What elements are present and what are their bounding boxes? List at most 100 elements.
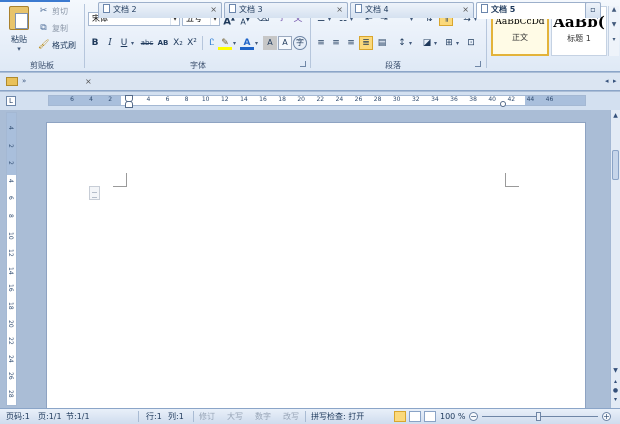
- select-browse-object-icon[interactable]: ●: [611, 387, 620, 394]
- shading-button[interactable]: ◪: [420, 36, 434, 50]
- distributed-button[interactable]: ▤: [375, 36, 389, 50]
- paste-button[interactable]: 粘贴 ▾: [4, 4, 34, 58]
- chevron-left-icon[interactable]: ◂: [605, 77, 609, 85]
- align-center-button[interactable]: ≡: [329, 36, 343, 50]
- chevron-down-icon[interactable]: ▾: [4, 45, 34, 53]
- highlight-button[interactable]: ✎: [218, 36, 232, 50]
- align-left-button[interactable]: ≡: [314, 36, 328, 50]
- page-view-button[interactable]: [394, 411, 406, 422]
- status-pages[interactable]: 页:1/1: [38, 409, 62, 424]
- left-indent-marker[interactable]: [125, 95, 133, 108]
- ruler-tick-label: 24: [335, 96, 344, 103]
- tab-stop-selector[interactable]: L: [6, 96, 16, 106]
- document-icon: [481, 4, 488, 13]
- ruler-tick-label: 34: [431, 96, 439, 103]
- text-effect-button[interactable]: Ꮭ: [205, 36, 219, 50]
- status-overwrite[interactable]: 改写: [283, 409, 299, 424]
- strikethrough-button[interactable]: abc: [139, 36, 155, 50]
- paragraph-settings-button[interactable]: ⊡: [464, 36, 478, 50]
- previous-page-icon[interactable]: ▴: [611, 378, 620, 385]
- right-indent-marker[interactable]: [500, 101, 506, 107]
- format-painter-button[interactable]: 🖌 格式刷: [38, 39, 76, 52]
- scrollbar-thumb[interactable]: [612, 150, 619, 180]
- char-border-button[interactable]: A: [278, 36, 292, 50]
- divider: [193, 411, 194, 422]
- margin-corner-top-right: [505, 173, 519, 187]
- align-right-icon: ≡: [347, 38, 355, 48]
- zoom-slider-thumb[interactable]: [536, 412, 541, 421]
- tab-document-3[interactable]: 文档 3 ×: [224, 2, 348, 18]
- status-page-number[interactable]: 页码:1: [6, 409, 30, 424]
- ruler-tick-label: 4: [7, 126, 14, 130]
- paste-label: 粘贴: [11, 35, 27, 44]
- vertical-scrollbar[interactable]: ▲ ▼ ▴ ● ▾: [610, 110, 620, 408]
- status-caps[interactable]: 大写: [227, 409, 243, 424]
- close-icon[interactable]: ×: [210, 3, 217, 17]
- status-section[interactable]: 节:1/1: [66, 409, 90, 424]
- status-num[interactable]: 数字: [255, 409, 271, 424]
- expand-icon[interactable]: ▾: [609, 36, 619, 43]
- tab-label: 文档 2: [113, 5, 137, 14]
- web-view-button[interactable]: [424, 411, 436, 422]
- chevron-down-icon[interactable]: ▾: [255, 40, 258, 47]
- divider: [202, 36, 203, 50]
- tab-document-4[interactable]: 文档 4 ×: [350, 2, 474, 18]
- distributed-icon: ▤: [377, 38, 387, 48]
- cut-button[interactable]: ✂ 剪切: [38, 5, 68, 18]
- zoom-in-icon[interactable]: +: [602, 412, 611, 421]
- close-icon[interactable]: ×: [336, 3, 343, 17]
- italic-button[interactable]: I: [103, 36, 117, 50]
- style-name: 标题 1: [567, 34, 591, 43]
- status-row[interactable]: 行:1: [146, 409, 162, 424]
- copy-button[interactable]: ⧉ 复制: [38, 22, 68, 35]
- clipboard-group-label: 剪贴板: [30, 61, 54, 70]
- font-color-button[interactable]: A: [240, 36, 254, 50]
- chevron-down-icon[interactable]: ▾: [456, 40, 459, 47]
- status-column[interactable]: 列:1: [168, 409, 184, 424]
- justify-button[interactable]: ≣: [359, 36, 373, 50]
- zoom-out-icon[interactable]: −: [469, 412, 478, 421]
- chevron-right-icon[interactable]: ▸: [613, 77, 617, 85]
- chevron-down-icon[interactable]: ▼: [611, 367, 620, 374]
- chevron-up-icon[interactable]: ▲: [611, 112, 620, 119]
- zoom-level[interactable]: 100 %: [440, 409, 465, 424]
- document-page[interactable]: [46, 122, 586, 408]
- bold-button[interactable]: B: [88, 36, 102, 50]
- tab-document-5[interactable]: 文档 5: [476, 2, 598, 19]
- underline-button[interactable]: U: [117, 36, 131, 50]
- ruler-tick-label: 18: [278, 96, 286, 103]
- chevron-down-icon[interactable]: ▾: [434, 40, 437, 47]
- chevron-down-icon[interactable]: ▼: [609, 21, 619, 28]
- tab-label: 文档 4: [365, 5, 389, 14]
- ruler-tick-label: 42: [507, 96, 516, 103]
- char-shading-button[interactable]: A: [263, 36, 277, 50]
- paragraph-dialog-launcher[interactable]: [475, 61, 481, 67]
- chevron-up-icon[interactable]: ▲: [609, 6, 619, 13]
- status-spell-check[interactable]: 拼写检查: 打开: [311, 409, 364, 424]
- line-spacing-button[interactable]: ↕: [395, 36, 409, 50]
- copy-label: 复制: [52, 24, 68, 33]
- next-page-icon[interactable]: ▾: [611, 396, 620, 403]
- chevron-down-icon[interactable]: ▾: [233, 40, 236, 47]
- style-gallery-scroll[interactable]: ▲ ▼ ▾: [608, 6, 619, 56]
- ruler-tick-label: 8: [184, 96, 189, 103]
- close-icon[interactable]: ×: [462, 3, 469, 17]
- chevron-down-icon[interactable]: ▾: [409, 40, 412, 47]
- enclose-char-button[interactable]: 字: [293, 36, 307, 50]
- close-icon[interactable]: ×: [85, 77, 92, 86]
- copy-icon: ⧉: [40, 23, 47, 33]
- align-right-button[interactable]: ≡: [344, 36, 358, 50]
- borders-button[interactable]: ⊞: [442, 36, 456, 50]
- outline-view-button[interactable]: [409, 411, 421, 422]
- double-strike-button[interactable]: AB: [156, 36, 170, 50]
- new-tab-button[interactable]: ▫: [585, 2, 601, 18]
- superscript-button[interactable]: X²: [185, 36, 199, 50]
- tab-document-2[interactable]: 文档 2 ×: [98, 2, 222, 18]
- status-revise[interactable]: 修订: [199, 409, 215, 424]
- subscript-button[interactable]: X₂: [171, 36, 185, 50]
- tab-overflow-button[interactable]: »: [22, 77, 26, 85]
- font-dialog-launcher[interactable]: [300, 61, 306, 67]
- chevron-down-icon[interactable]: ▾: [131, 40, 134, 47]
- folder-icon[interactable]: [6, 77, 18, 86]
- active-ribbon-tab-indicator: [0, 0, 70, 2]
